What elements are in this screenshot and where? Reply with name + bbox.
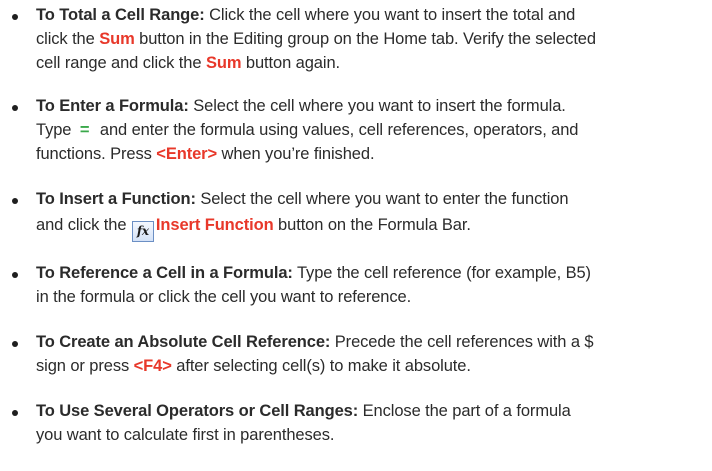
bullet-icon: [12, 272, 18, 278]
tip-text: functions. Press: [36, 145, 157, 163]
tip-text: button in the Editing group on the Home …: [134, 30, 596, 48]
tip-line: you want to calculate first in parenthes…: [36, 425, 334, 446]
quick-reference-tips: To Total a Cell Range: Click the cell wh…: [0, 0, 712, 471]
tip-line: To Enter a Formula: Select the cell wher…: [36, 96, 566, 117]
tip-line: functions. Press <Enter> when you’re fin…: [36, 144, 375, 165]
tip-text: after selecting cell(s) to make it absol…: [171, 357, 471, 375]
tip-title: To Reference a Cell in a Formula:: [36, 264, 293, 282]
tip-text: Precede the cell references with a $: [334, 333, 594, 351]
tip-line: To Use Several Operators or Cell Ranges:…: [36, 401, 571, 422]
f4-key-label: <F4>: [133, 357, 172, 375]
tip-title: To Enter a Formula:: [36, 97, 189, 115]
tip-text: Select the cell where you want to enter …: [200, 190, 569, 208]
sum-button-label: Sum: [205, 54, 242, 72]
tip-line: click the Sum button in the Editing grou…: [36, 29, 596, 50]
sum-button-label: Sum: [99, 30, 135, 48]
tip-title: To Insert a Function:: [36, 190, 196, 208]
tip-text: in the formula or click the cell you wan…: [36, 288, 412, 306]
insert-function-icon: fx: [131, 221, 154, 242]
tip-line: To Total a Cell Range: Click the cell wh…: [36, 5, 575, 26]
tip-line: Type = and enter the formula using value…: [36, 120, 578, 141]
tip-text: Type the cell reference (for example, B5…: [296, 264, 591, 282]
tip-title: To Total a Cell Range:: [36, 6, 205, 24]
tip-line: To Reference a Cell in a Formula: Type t…: [36, 263, 591, 284]
bullet-icon: [12, 410, 18, 416]
tip-text: when you’re finished.: [217, 145, 375, 163]
tip-line: To Create an Absolute Cell Reference: Pr…: [36, 332, 594, 353]
tip-line: in the formula or click the cell you wan…: [36, 287, 411, 308]
tip-text: button on the Formula Bar.: [273, 216, 471, 234]
tip-text: Select the cell where you want to insert…: [193, 97, 566, 115]
equals-sign: =: [79, 121, 90, 139]
tip-text: cell range and click the: [36, 54, 206, 72]
tip-text: click the: [36, 30, 100, 48]
tip-text: button again.: [241, 54, 341, 72]
bullet-icon: [12, 341, 18, 347]
enter-key-label: <Enter>: [156, 145, 218, 163]
insert-function-label: Insert Function: [155, 216, 274, 234]
tip-text: Click the cell where you want to insert …: [209, 6, 576, 24]
tip-text: you want to calculate first in parenthes…: [36, 426, 335, 444]
tip-text: and click the: [36, 216, 131, 234]
tip-line: sign or press <F4> after selecting cell(…: [36, 356, 471, 377]
bullet-icon: [12, 105, 18, 111]
tip-line: To Insert a Function: Select the cell wh…: [36, 189, 569, 210]
tip-title: To Create an Absolute Cell Reference:: [36, 333, 331, 351]
tip-line: cell range and click the Sum button agai…: [36, 53, 340, 74]
bullet-icon: [12, 14, 18, 20]
tip-line: and click the fx Insert Function button o…: [36, 215, 471, 242]
tip-text: and enter the formula using values, cell…: [95, 121, 579, 139]
bullet-icon: [12, 198, 18, 204]
tip-title: To Use Several Operators or Cell Ranges:: [36, 402, 359, 420]
tip-text: Type: [36, 121, 76, 139]
tip-text: Enclose the part of a formula: [362, 402, 571, 420]
tip-text: sign or press: [36, 357, 134, 375]
